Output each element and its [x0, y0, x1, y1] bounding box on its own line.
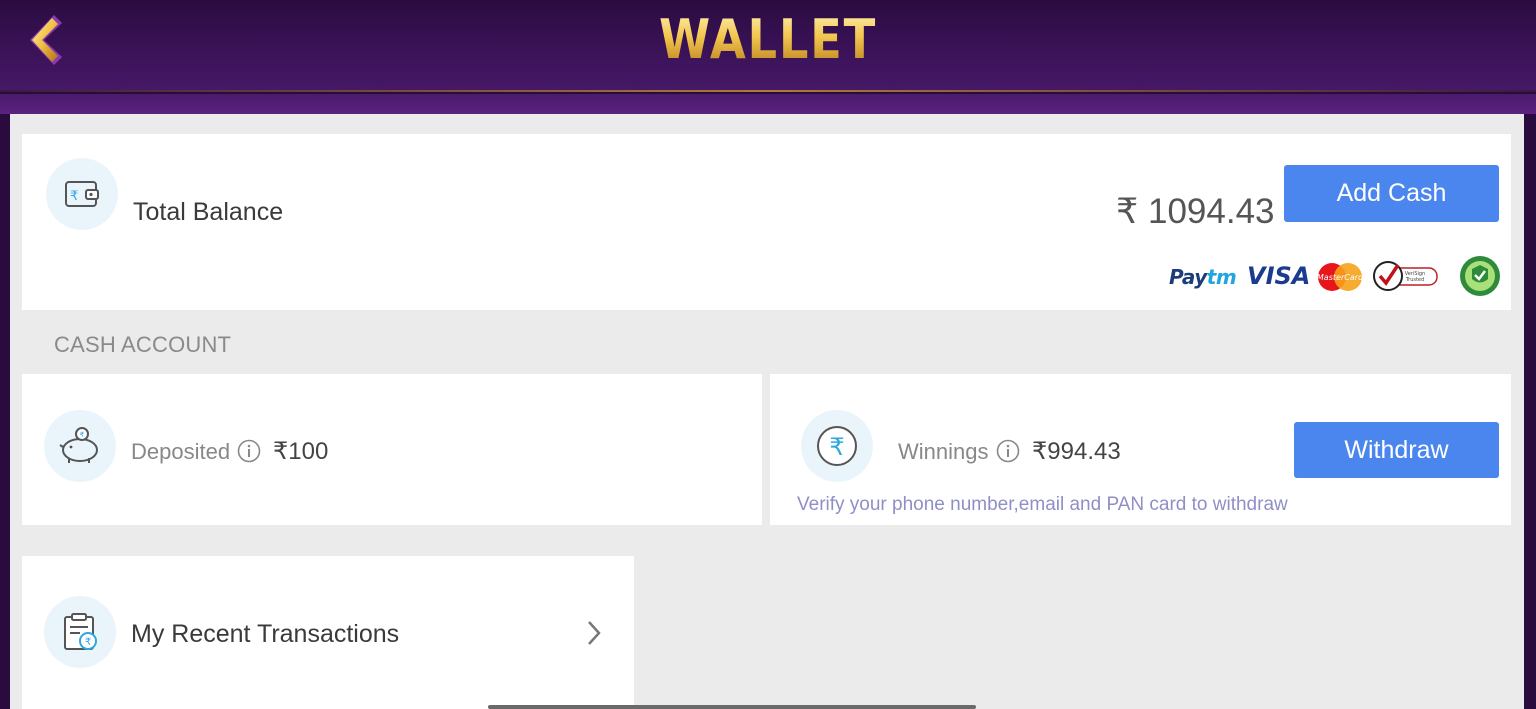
winnings-label: Winnings: [898, 439, 989, 464]
back-button[interactable]: [22, 12, 66, 68]
header-divider: [0, 94, 1536, 114]
verified-badge-icon: [1460, 256, 1500, 296]
total-balance-amount: ₹ 1094.43: [1116, 192, 1275, 231]
svg-text:Trusted: Trusted: [1405, 277, 1424, 283]
verisign-trusted-logo: VeriSign Trusted: [1373, 261, 1438, 291]
app-header: WALLET: [0, 0, 1536, 92]
svg-text:₹: ₹: [85, 637, 91, 648]
verify-note: Verify your phone number,email and PAN c…: [797, 494, 1288, 515]
info-icon[interactable]: [237, 439, 261, 463]
info-icon[interactable]: [996, 439, 1020, 463]
back-chevron-icon: [30, 15, 62, 65]
total-balance-card: ₹ Total Balance ₹ 1094.43 Add Cash Paytm…: [22, 134, 1511, 310]
rupee-icon-circle: ₹: [801, 410, 873, 482]
mastercard-logo: MasterCard: [1317, 263, 1364, 291]
deposited-label: Deposited: [131, 439, 231, 464]
wallet-icon-circle: ₹: [46, 158, 118, 230]
svg-text:MasterCard: MasterCard: [1317, 273, 1364, 282]
deposited-card: ₹ Deposited ₹100: [22, 374, 762, 525]
wallet-panel: ₹ Total Balance ₹ 1094.43 Add Cash Paytm…: [10, 114, 1524, 709]
recent-transactions-label: My Recent Transactions: [131, 620, 400, 648]
svg-text:₹: ₹: [80, 431, 85, 439]
payment-logos: Paytm VISA MasterCard VeriSign Trusted: [1169, 255, 1503, 299]
withdraw-button[interactable]: Withdraw: [1294, 422, 1499, 478]
transactions-icon: ₹: [64, 613, 97, 650]
chevron-right-icon: [588, 621, 601, 645]
wallet-icon: ₹: [65, 181, 99, 207]
deposited-amount: ₹100: [273, 438, 329, 465]
transactions-icon-circle: ₹: [44, 596, 116, 668]
piggy-bank-icon: ₹: [59, 427, 98, 463]
add-cash-button[interactable]: Add Cash: [1284, 165, 1499, 222]
page-title: WALLET: [108, 8, 1429, 71]
scroll-indicator: [488, 705, 976, 709]
rupee-coin-icon: ₹: [817, 426, 857, 466]
svg-text:₹: ₹: [829, 433, 844, 461]
visa-logo: VISA: [1247, 262, 1311, 290]
total-balance-label: Total Balance: [133, 198, 284, 226]
paytm-logo: Paytm: [1169, 265, 1237, 289]
svg-text:₹: ₹: [70, 189, 78, 204]
cash-account-heading: CASH ACCOUNT: [54, 332, 232, 357]
winnings-amount: ₹994.43: [1032, 438, 1121, 465]
winnings-card: ₹ Winnings ₹994.43 Withdraw Verify your …: [770, 374, 1511, 525]
piggy-icon-circle: ₹: [44, 410, 116, 482]
recent-transactions-row[interactable]: ₹ My Recent Transactions: [22, 556, 634, 709]
